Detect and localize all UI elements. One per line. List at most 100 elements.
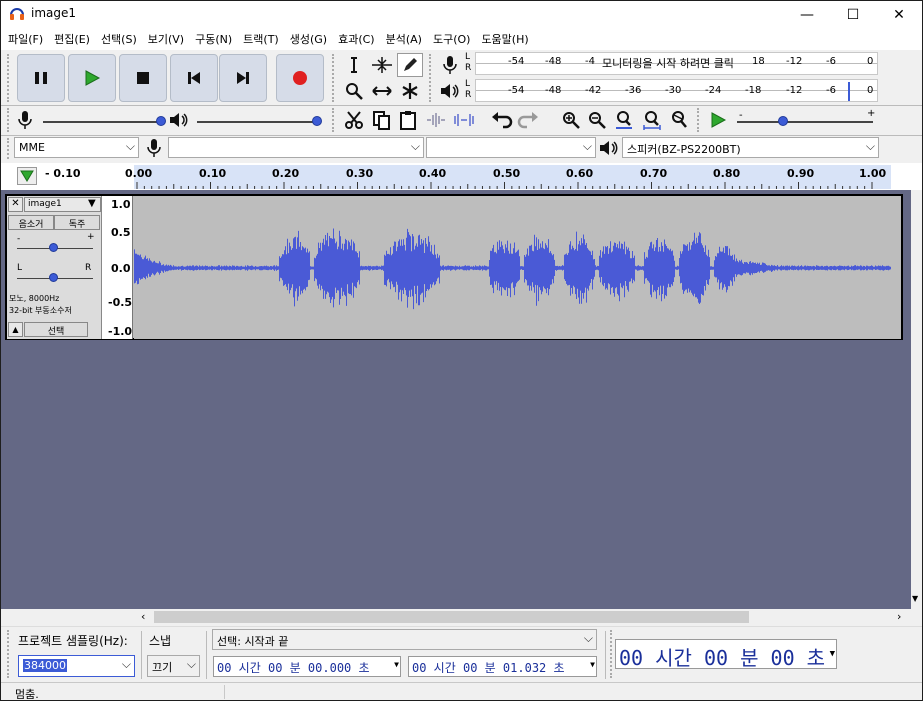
silence-button[interactable] [451,108,477,132]
paste-button[interactable] [395,108,421,132]
toolbar-grip[interactable] [697,108,705,132]
recording-volume-slider[interactable] [43,121,161,123]
skip-to-start-button[interactable] [170,54,218,102]
toolbar-grip[interactable] [7,108,15,132]
audio-position-value: 00 시간 00 분 00 초 [619,646,826,670]
play-button[interactable] [68,54,116,102]
playback-volume-knob[interactable] [312,116,322,126]
project-rate-label: 프로젝트 샘플링(Hz): [18,634,128,648]
track-control-panel[interactable]: ✕ image1 ▼ 음소거 독주 - + L R 모노, 8000Hz 32-… [7,196,102,339]
toolbar-grip[interactable] [332,54,340,102]
amplitude-ruler[interactable]: 1.0 0.5 0.0 -0.5 -1.0 [102,196,133,339]
stop-button[interactable] [119,54,167,102]
mute-button[interactable]: 음소거 [8,215,54,230]
selection-end-time[interactable]: 00 시간 00 분 01.032 초 ▼ [408,656,597,677]
fit-project-button[interactable] [639,108,665,132]
play-at-speed-button[interactable] [705,108,731,132]
redo-button[interactable] [515,108,541,132]
snap-select[interactable]: 끄기 ⌵ [147,655,200,677]
toolbar-grip[interactable] [7,630,15,678]
menu-transport[interactable]: 구동(N) [190,31,238,47]
minimize-button[interactable]: — [784,1,830,28]
collapse-track-button[interactable]: ▲ [8,322,23,337]
scroll-left-icon[interactable]: ‹ [141,610,145,623]
toolbar-grip[interactable] [332,108,340,132]
maximize-button[interactable]: ☐ [830,1,876,28]
toolbar-grip[interactable] [429,54,437,102]
playback-speed-slider[interactable] [737,121,873,123]
recording-volume-knob[interactable] [156,116,166,126]
audio-position-time[interactable]: 00 시간 00 분 00 초 ▼ [615,639,837,670]
playback-speed-knob[interactable] [778,116,788,126]
close-button[interactable]: ✕ [876,1,922,28]
selection-start-time[interactable]: 00 시간 00 분 00.000 초 ▼ [213,656,401,677]
recording-device-select[interactable]: ⌵ [168,137,424,158]
chevron-down-icon: ⌵ [865,139,875,153]
audio-host-select[interactable]: MME ⌵ [14,137,139,158]
play-meter-button[interactable] [437,79,463,103]
zoom-tool[interactable] [341,79,367,103]
horizontal-scrollbar[interactable]: ‹ › [1,609,922,626]
waveform[interactable] [134,196,891,339]
close-icon: ✕ [11,198,20,209]
recording-channels-select[interactable]: ⌵ [426,137,596,158]
envelope-icon [372,57,392,73]
caret-down-icon: ▼ [88,198,96,209]
monitoring-prompt[interactable]: 모니터링을 시작 하려면 클릭 [602,55,734,71]
skip-to-end-button[interactable] [219,54,267,102]
pan-knob[interactable] [49,273,58,282]
scroll-thumb[interactable] [154,611,749,623]
menu-file[interactable]: 파일(F) [3,31,49,47]
gain-knob[interactable] [49,243,58,252]
timeline-ruler[interactable]: - 0.10 0.00 0.10 0.20 0.30 0.40 0.50 0.6… [1,163,922,190]
fit-selection-button[interactable] [611,108,637,132]
record-meter-tick: 18 [752,56,765,67]
zoom-out-button[interactable] [584,108,610,132]
playback-device-select[interactable]: 스피커(BZ-PS2200BT) ⌵ [622,137,879,158]
envelope-tool[interactable] [369,53,395,77]
undo-button[interactable] [489,108,515,132]
menu-edit[interactable]: 편집(E) [49,31,96,47]
timeline-options-icon[interactable] [17,167,37,185]
menu-help[interactable]: 도움말(H) [476,31,534,47]
record-meter-button[interactable] [437,53,463,77]
solo-button[interactable]: 독주 [54,215,100,230]
cut-button[interactable] [341,108,367,132]
ruler-tick-label: 0.80 [713,167,741,180]
close-track-button[interactable]: ✕ [8,197,23,212]
copy-button[interactable] [369,108,395,132]
project-rate-select[interactable]: 384000 ⌵ [18,655,135,677]
trim-button[interactable] [423,108,449,132]
menu-select[interactable]: 선택(S) [96,31,143,47]
scroll-down-icon[interactable]: ▼ [912,594,918,603]
record-button[interactable] [276,54,324,102]
playback-volume-icon [170,113,188,127]
zoom-toggle-button[interactable] [666,108,692,132]
select-track-button[interactable]: 선택 [24,322,88,337]
record-meter-R: R [465,63,472,73]
record-meter-tick: 0 [867,56,874,67]
toolbar-grip[interactable] [7,54,15,102]
audio-host-value: MME [19,141,45,154]
scroll-right-icon[interactable]: › [897,610,901,623]
menu-generate[interactable]: 생성(G) [285,31,333,47]
zoom-in-button[interactable] [558,108,584,132]
pause-button[interactable] [17,54,65,102]
selection-tool[interactable] [341,53,367,77]
track-menu-button[interactable]: image1 ▼ [24,197,101,212]
ruler-ticks [136,182,873,189]
selection-mode-select[interactable]: 선택: 시작과 끝 ⌵ [212,629,597,650]
chevron-down-icon: ⌵ [410,139,420,153]
menu-effect[interactable]: 효과(C) [333,31,381,47]
multi-tool[interactable] [397,79,423,103]
playback-volume-slider[interactable] [197,121,317,123]
menu-view[interactable]: 보기(V) [143,31,190,47]
minimize-icon: — [800,6,814,23]
ruler-tick-label: 0.30 [346,167,374,180]
time-shift-tool[interactable] [369,79,395,103]
draw-tool[interactable] [397,53,423,77]
vertical-scrollbar[interactable]: ▼ [911,190,922,609]
menu-tracks[interactable]: 트랙(T) [238,31,285,47]
menu-analyze[interactable]: 분석(A) [381,31,428,47]
menu-tools[interactable]: 도구(O) [428,31,476,47]
